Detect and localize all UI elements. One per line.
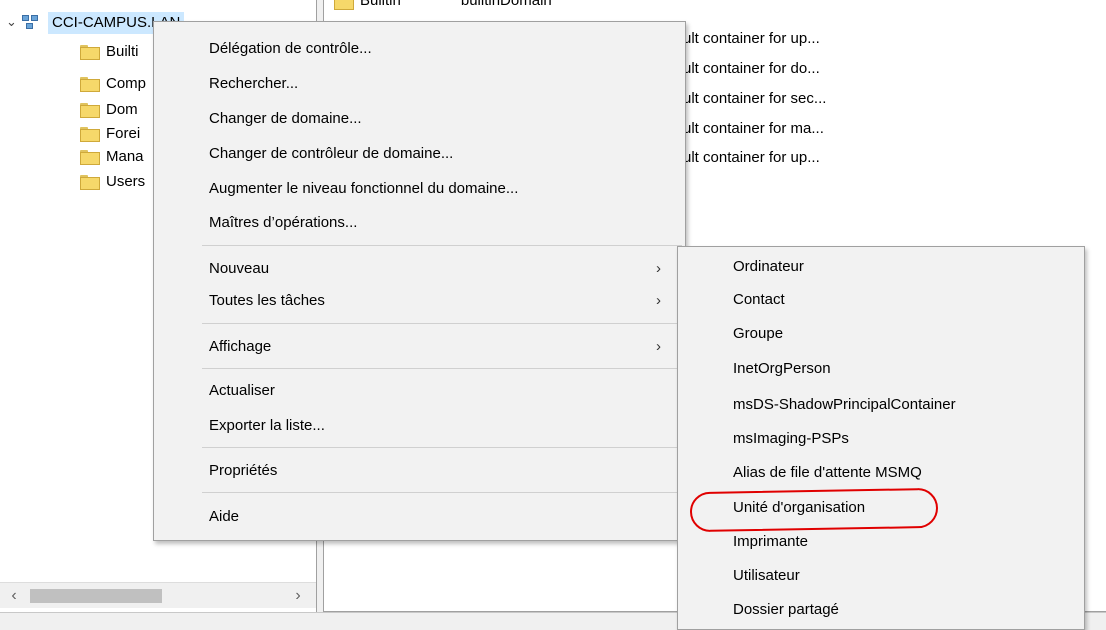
menu-item-rechercher[interactable]: Rechercher... xyxy=(209,69,298,99)
menu-item-augmenter-niveau[interactable]: Augmenter le niveau fonctionnel du domai… xyxy=(209,174,518,204)
menu-item-aide[interactable]: Aide xyxy=(209,502,239,532)
chevron-down-icon[interactable]: ⌄ xyxy=(6,15,20,29)
folder-icon xyxy=(80,126,100,142)
menu-separator xyxy=(202,492,682,493)
menu-item-nouveau[interactable]: Nouveau › xyxy=(209,254,679,284)
list-description: ult container for ma... xyxy=(683,120,824,137)
menu-item-toutes-taches[interactable]: Toutes les tâches › xyxy=(209,286,679,316)
menu-item-delegation[interactable]: Délégation de contrôle... xyxy=(209,34,372,64)
scroll-right-icon[interactable]: › xyxy=(288,586,308,606)
list-description: ult container for up... xyxy=(683,30,820,47)
menu-separator xyxy=(202,245,682,246)
submenu-nouveau: Ordinateur Contact Groupe InetOrgPerson … xyxy=(677,246,1085,630)
list-item-type: builtinDomain xyxy=(460,0,552,9)
submenu-item-msimaging[interactable]: msImaging-PSPs xyxy=(733,424,849,454)
submenu-item-dossier-partage[interactable]: Dossier partagé xyxy=(733,595,839,625)
menu-item-actualiser[interactable]: Actualiser xyxy=(209,376,275,406)
tree-item-label: Builti xyxy=(106,42,139,60)
menu-separator xyxy=(202,323,682,324)
chevron-right-icon: › xyxy=(656,260,661,277)
chevron-right-icon: › xyxy=(656,292,661,309)
tree-item-managed-service-accounts[interactable]: Mana xyxy=(80,145,144,167)
menu-item-changer-controleur[interactable]: Changer de contrôleur de domaine... xyxy=(209,139,453,169)
submenu-item-utilisateur[interactable]: Utilisateur xyxy=(733,561,800,591)
list-description: ult container for up... xyxy=(683,149,820,166)
folder-icon xyxy=(80,76,100,92)
domain-icon xyxy=(22,15,42,31)
menu-separator xyxy=(202,368,682,369)
scrollbar-thumb[interactable] xyxy=(30,589,162,603)
menu-separator xyxy=(202,447,682,448)
menu-item-affichage[interactable]: Affichage › xyxy=(209,332,679,362)
tree-item-computers[interactable]: Comp xyxy=(80,72,146,94)
list-item-name: Builtin xyxy=(360,0,401,9)
red-highlight-annotation xyxy=(689,487,939,533)
list-description: ult container for do... xyxy=(683,60,820,77)
list-row-builtin[interactable]: Builtin builtinDomain xyxy=(334,0,552,10)
menu-item-proprietes[interactable]: Propriétés xyxy=(209,456,277,486)
menu-item-label: Affichage xyxy=(209,338,272,355)
tree-item-builtin[interactable]: Builti xyxy=(80,40,139,62)
folder-icon xyxy=(334,0,354,10)
submenu-item-ordinateur[interactable]: Ordinateur xyxy=(733,252,804,282)
submenu-item-contact[interactable]: Contact xyxy=(733,285,785,315)
folder-icon xyxy=(80,149,100,165)
menu-item-maitres-operations[interactable]: Maîtres d’opérations... xyxy=(209,208,357,238)
tree-item-domain-controllers[interactable]: Dom xyxy=(80,98,138,120)
tree-item-label: Dom xyxy=(106,100,138,118)
submenu-item-groupe[interactable]: Groupe xyxy=(733,319,783,349)
menu-item-label: Nouveau xyxy=(209,260,270,277)
submenu-item-imprimante[interactable]: Imprimante xyxy=(733,527,808,557)
tree-horizontal-scrollbar[interactable]: ‹ › xyxy=(0,582,316,608)
list-description: ult container for sec... xyxy=(683,90,827,107)
tree-item-label: Comp xyxy=(106,74,147,92)
domain-controllers-folder-icon xyxy=(80,102,100,118)
submenu-item-inetorgperson[interactable]: InetOrgPerson xyxy=(733,354,831,384)
tree-item-users[interactable]: Users xyxy=(80,170,145,192)
menu-item-changer-domaine[interactable]: Changer de domaine... xyxy=(209,104,362,134)
tree-item-label: Users xyxy=(106,172,146,190)
scroll-left-icon[interactable]: ‹ xyxy=(4,586,24,606)
tree-item-foreign-security-principals[interactable]: Forei xyxy=(80,122,140,144)
tree-item-label: Forei xyxy=(106,124,141,142)
chevron-right-icon: › xyxy=(656,338,661,355)
folder-icon xyxy=(80,174,100,190)
context-menu: Délégation de contrôle... Rechercher... … xyxy=(153,21,686,541)
tree-item-label: Mana xyxy=(106,147,144,165)
folder-icon xyxy=(80,44,100,60)
submenu-item-msds-shadow[interactable]: msDS-ShadowPrincipalContainer xyxy=(733,390,956,420)
menu-item-label: Toutes les tâches xyxy=(209,292,325,309)
submenu-item-msmq-alias[interactable]: Alias de file d'attente MSMQ xyxy=(733,458,922,488)
menu-item-exporter-liste[interactable]: Exporter la liste... xyxy=(209,411,325,441)
